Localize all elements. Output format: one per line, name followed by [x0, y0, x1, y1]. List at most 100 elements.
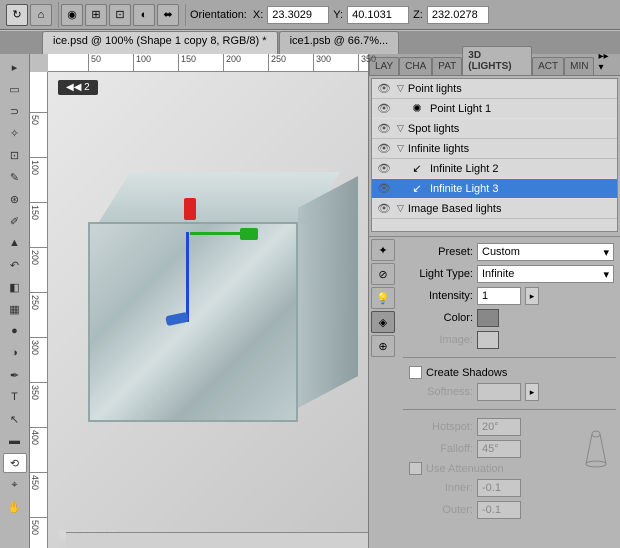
light-type-dropdown[interactable]: Infinite▾ — [477, 265, 614, 283]
disclosure-icon[interactable]: ▽ — [397, 83, 404, 94]
zoom-icon[interactable]: ⊡ — [109, 4, 131, 26]
hotspot-input — [477, 418, 521, 436]
tab-actions[interactable]: ACT — [532, 57, 564, 75]
preset-dropdown[interactable]: Custom▾ — [477, 243, 614, 261]
tab-3d-lights[interactable]: 3D (LIGHTS) — [462, 46, 532, 75]
group-spot-lights[interactable]: 👁 ▽ Spot lights — [372, 119, 617, 139]
navigator-badge[interactable]: ◀◀ 2 — [58, 80, 98, 95]
move-tool-icon[interactable]: ▸ — [3, 57, 27, 77]
new-light-icon[interactable]: ✦ — [371, 239, 395, 261]
infinite-light-icon: ↙ — [410, 162, 424, 176]
disclosure-icon[interactable]: ▽ — [397, 143, 404, 154]
inner-input — [477, 479, 521, 497]
canvas[interactable]: ◀◀ 2 思缘设计论坛 WWW.MISSYUAN.COM — [48, 72, 368, 548]
type-tool-icon[interactable]: T — [3, 387, 27, 407]
intensity-stepper[interactable]: ▸ — [525, 287, 539, 305]
3d-camera-tool-icon[interactable]: ⌖ — [3, 475, 27, 495]
horizontal-ruler: 50 100 150 200 250 300 350 — [48, 54, 368, 72]
disclosure-icon[interactable]: ▽ — [397, 203, 404, 214]
light-bulb-icon[interactable]: 💡 — [371, 287, 395, 309]
color-swatch[interactable] — [477, 309, 499, 327]
visibility-icon[interactable]: 👁 — [375, 140, 393, 158]
orientation-label: Orientation: — [190, 9, 247, 21]
visibility-icon[interactable]: 👁 — [375, 120, 393, 138]
falloff-input — [477, 440, 521, 458]
inner-label: Inner: — [405, 482, 473, 494]
eyedropper-tool-icon[interactable]: ✎ — [3, 167, 27, 187]
visibility-icon[interactable]: 👁 — [375, 80, 393, 98]
eraser-tool-icon[interactable]: ◧ — [3, 277, 27, 297]
roll-icon[interactable]: ◐ — [133, 4, 155, 26]
panels: LAY CHA PAT 3D (LIGHTS) ACT MIN ▸▸ ▾ 👁 ▽… — [368, 54, 620, 548]
point-light-icon: ✺ — [410, 102, 424, 116]
hotspot-label: Hotspot: — [405, 421, 473, 433]
intensity-input[interactable] — [477, 287, 521, 305]
group-image-based-lights[interactable]: 👁 ▽ Image Based lights — [372, 199, 617, 219]
brush-tool-icon[interactable]: ✐ — [3, 211, 27, 231]
y-axis-handle[interactable] — [240, 228, 258, 240]
visibility-icon[interactable]: 👁 — [377, 162, 391, 175]
light-item-infinite-3[interactable]: 👁 ↙ Infinite Light 3 — [372, 179, 617, 199]
ice-cube-3d — [88, 162, 358, 432]
panel-menu-icon[interactable]: ▸▸ ▾ — [594, 49, 620, 75]
tab-paths[interactable]: PAT — [432, 57, 462, 75]
stamp-tool-icon[interactable]: ▲ — [3, 233, 27, 253]
softness-input — [477, 383, 521, 401]
heal-tool-icon[interactable]: ⊛ — [3, 189, 27, 209]
pen-tool-icon[interactable]: ✒ — [3, 365, 27, 385]
history-brush-icon[interactable]: ↶ — [3, 255, 27, 275]
light-target-icon[interactable]: ⊕ — [371, 335, 395, 357]
pan-icon[interactable]: ⊞ — [85, 4, 107, 26]
disclosure-icon[interactable]: ▽ — [397, 123, 404, 134]
options-bar: ↻ ⌂ ◉ ⊞ ⊡ ◐ ⬌ Orientation: X: Y: Z: — [0, 0, 620, 30]
crop-tool-icon[interactable]: ⊡ — [3, 145, 27, 165]
group-infinite-lights[interactable]: 👁 ▽ Infinite lights — [372, 139, 617, 159]
tab-channels[interactable]: CHA — [399, 57, 432, 75]
group-point-lights[interactable]: 👁 ▽ Point lights — [372, 79, 617, 99]
softness-stepper: ▸ — [525, 383, 539, 401]
light-guides-icon[interactable]: ◈ — [371, 311, 395, 333]
status-bar — [66, 532, 368, 548]
light-properties: ✦ ⊘ 💡 ◈ ⊕ Preset: Custom▾ Light Type: In… — [369, 236, 620, 525]
image-label: Image: — [405, 334, 473, 346]
z-label: Z: — [413, 9, 423, 21]
hand-tool-icon[interactable]: ✋ — [3, 497, 27, 517]
light-item-infinite-2[interactable]: 👁 ↙ Infinite Light 2 — [372, 159, 617, 179]
tab-mini[interactable]: MIN — [564, 57, 594, 75]
image-swatch — [477, 331, 499, 349]
blur-tool-icon[interactable]: ● — [3, 321, 27, 341]
light-item-point-1[interactable]: 👁 ✺ Point Light 1 — [372, 99, 617, 119]
marquee-tool-icon[interactable]: ▭ — [3, 79, 27, 99]
light-type-label: Light Type: — [405, 268, 473, 280]
infinite-light-icon: ↙ — [410, 182, 424, 196]
file-tab-ice-psd[interactable]: ice.psd @ 100% (Shape 1 copy 8, RGB/8) * — [42, 31, 278, 54]
color-label: Color: — [405, 312, 473, 324]
slide-icon[interactable]: ⬌ — [157, 4, 179, 26]
panel-tabs: LAY CHA PAT 3D (LIGHTS) ACT MIN ▸▸ ▾ — [369, 54, 620, 76]
visibility-icon[interactable]: 👁 — [377, 182, 391, 195]
dodge-tool-icon[interactable]: ◑ — [3, 343, 27, 363]
x-input[interactable] — [267, 6, 329, 24]
shape-tool-icon[interactable]: ▬ — [3, 431, 27, 451]
home-icon[interactable]: ⌂ — [30, 4, 52, 26]
3d-rotate-tool-icon[interactable]: ⟲ — [3, 453, 27, 473]
orbit-icon[interactable]: ◉ — [61, 4, 83, 26]
outer-label: Outer: — [405, 504, 473, 516]
path-tool-icon[interactable]: ↖ — [3, 409, 27, 429]
lasso-tool-icon[interactable]: ⊃ — [3, 101, 27, 121]
x-axis-handle[interactable] — [184, 198, 196, 220]
y-input[interactable] — [347, 6, 409, 24]
canvas-area: 50 100 150 200 250 300 350 400 450 500 5… — [30, 54, 368, 548]
visibility-icon[interactable]: 👁 — [377, 102, 391, 115]
delete-light-icon[interactable]: ⊘ — [371, 263, 395, 285]
create-shadows-checkbox[interactable] — [409, 366, 422, 379]
rotate-tool-icon[interactable]: ↻ — [6, 4, 28, 26]
gradient-tool-icon[interactable]: ▦ — [3, 299, 27, 319]
use-attenuation-checkbox — [409, 462, 422, 475]
falloff-label: Falloff: — [405, 443, 473, 455]
wand-tool-icon[interactable]: ✧ — [3, 123, 27, 143]
z-input[interactable] — [427, 6, 489, 24]
visibility-icon[interactable]: 👁 — [375, 200, 393, 218]
file-tab-ice1-psb[interactable]: ice1.psb @ 66.7%... — [279, 31, 400, 54]
outer-input — [477, 501, 521, 519]
